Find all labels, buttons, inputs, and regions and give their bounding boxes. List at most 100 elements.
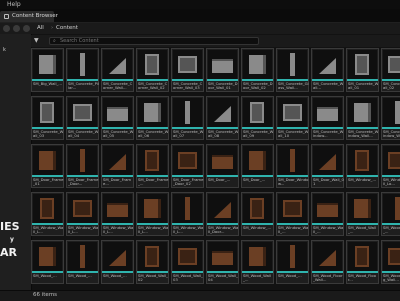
asset-tile[interactable]: SM_Wood_Floor... [346,240,379,284]
asset-tile[interactable]: SM_Concrete_Wall_08 [206,96,239,140]
asset-tile[interactable]: SM_Concrete_Wall_10 [276,96,309,140]
asset-tile[interactable]: SM_Concrete_Corner_Wall_03 [171,48,204,92]
items-count: 66 items [33,292,58,298]
asset-tile[interactable]: SM_Concrete_Wall_04 [66,96,99,140]
asset-tile[interactable]: SM_Wood_... [101,240,134,284]
asset-tile[interactable]: SM_Window_Wall_Lo... [381,144,400,188]
asset-tile[interactable]: SM_Concrete_Wall_09 [241,96,274,140]
back-button[interactable] [3,25,10,32]
forward-button[interactable] [13,25,20,32]
asset-tile[interactable]: SM_Door_... [241,144,274,188]
asset-tile[interactable]: SM_Concrete_Wall_03 [31,96,64,140]
asset-tile[interactable]: SM_Concrete_Corner_Wall_02 [136,48,169,92]
static-mesh-type-bar [172,175,203,177]
asset-label: SM_Concrete_Wall_05 [103,130,134,139]
mesh-preview-icon [107,203,128,217]
mesh-preview-icon [214,202,231,218]
static-mesh-type-bar [32,127,63,129]
filter-icon: ▼ [34,37,39,44]
asset-tile[interactable]: SM_Window_Wall_L... [136,192,169,236]
breadcrumb-all[interactable]: All [37,25,44,31]
asset-label: SM_Wood_Ceiling_Wall... [383,274,400,283]
tab-content-browser[interactable]: Content Browser [0,11,58,22]
asset-tile[interactable]: SM_Wood_... [31,240,64,284]
asset-label: SM_Wood_Wall_03 [173,274,203,283]
static-mesh-type-bar [207,127,238,129]
asset-label: SM_Concrete_Wall_07 [173,130,204,139]
asset-thumbnail [33,98,62,127]
asset-tile[interactable]: SM_Concrete_Door_Wall_01 [206,48,239,92]
asset-tile[interactable]: SM_Concrete_Corner_Wall... [101,48,134,92]
asset-thumbnail [173,146,202,175]
asset-thumbnail [208,146,237,175]
static-mesh-type-bar [172,271,203,273]
asset-tile[interactable]: SM_Wood_Ceiling_Wall... [381,240,400,284]
asset-tile[interactable]: SM_Door_Frame_Door_02 [171,144,204,188]
asset-tile[interactable]: SM_Wood_... [276,240,309,284]
asset-tile[interactable]: SM_Window_... [346,144,379,188]
mesh-preview-icon [250,198,264,219]
asset-tile[interactable]: SM_Concrete_Wall... [311,48,344,92]
asset-tile[interactable]: SM_Concrete_Wall_01 [346,48,379,92]
asset-tile[interactable]: SM_Concrete_Pillar... [66,48,99,92]
asset-tile[interactable]: SM_Big_Wall_... [31,48,64,92]
mesh-preview-icon [145,246,159,267]
asset-tile[interactable]: SM_Concrete_Window... [311,96,344,140]
asset-tile[interactable]: SM_Wood_Wall_... [346,192,379,236]
search-input[interactable] [60,38,250,44]
asset-tile[interactable]: SM_Concrete_Door_Wall_02 [241,48,274,92]
static-mesh-type-bar [32,271,63,273]
asset-tile[interactable]: SM_Wood_Wall_... [381,192,400,236]
asset-tile[interactable]: SM_Concrete_Wall_07 [171,96,204,140]
history-button[interactable] [23,25,30,32]
asset-tile[interactable]: SM_Wood_Wall_03 [171,240,204,284]
asset-thumbnail [173,242,202,271]
asset-tile[interactable]: SM_Wood_... [66,240,99,284]
mesh-preview-icon [214,106,231,122]
asset-tile[interactable]: SM_Door_Frame_... [136,144,169,188]
asset-tile[interactable]: SM_Wood_Wall_02 [136,240,169,284]
mesh-preview-icon [145,150,159,171]
asset-thumbnail [278,242,307,271]
asset-tile[interactable]: SM_Door_Window... [276,144,309,188]
asset-thumbnail [313,146,342,175]
asset-label: SM_Concrete_Wall_03 [33,130,64,139]
asset-tile[interactable]: SM_Window_Wall_... [276,192,309,236]
asset-tile[interactable]: SM_Window_Wall_Door... [206,192,239,236]
static-mesh-type-bar [102,175,133,177]
asset-tile[interactable]: SM_Window_... [241,192,274,236]
asset-tile[interactable]: SM_Concrete_Wall_05 [101,96,134,140]
asset-tile[interactable]: SM_Concrete_Glass_Wall... [276,48,309,92]
asset-tile[interactable]: SM_Door_Frame_01 [31,144,64,188]
static-mesh-type-bar [137,223,168,225]
asset-tile[interactable]: SM_Wood_Wall_04 [206,240,239,284]
asset-thumbnail [68,242,97,271]
asset-thumbnail [278,194,307,223]
asset-tile[interactable]: SM_Door_Frame_Door... [66,144,99,188]
asset-tile[interactable]: SM_Window_Wall_... [311,192,344,236]
asset-thumbnail [33,146,62,175]
asset-tile[interactable]: SM_Window_Wall_L... [66,192,99,236]
search-box[interactable]: ⌕ [49,37,259,45]
menu-help[interactable]: Help [7,1,21,8]
filter-button[interactable]: ▼ [34,37,46,44]
asset-tile[interactable]: SM_Door_Wall_01 [311,144,344,188]
asset-tile[interactable]: SM_Concrete_Wall_06 [136,96,169,140]
asset-tile[interactable]: SM_Concrete_Window_Wall... [346,96,379,140]
asset-tile[interactable]: SM_Window_Wall_L... [31,192,64,236]
mesh-preview-icon [319,58,336,74]
asset-tile[interactable]: SM_Door_... [206,144,239,188]
asset-thumbnail [103,194,132,223]
asset-tile[interactable]: SM_Window_Wall_L... [101,192,134,236]
asset-tile[interactable]: SM_Wood_Wall_... [241,240,274,284]
asset-tile[interactable]: SM_Concrete_Window_Wall... [381,96,400,140]
asset-label: SM_Window_Wall_Lo... [383,178,400,187]
static-mesh-type-bar [312,79,343,81]
asset-tile[interactable]: SM_Concrete_Wall_02 [381,48,400,92]
asset-label: SM_Wood_Floor_Wall... [313,274,343,283]
asset-tile[interactable]: SM_Window_Wall_L... [171,192,204,236]
static-mesh-type-bar [102,223,133,225]
breadcrumb-content[interactable]: Content [56,25,78,31]
asset-tile[interactable]: SM_Wood_Floor_Wall... [311,240,344,284]
asset-tile[interactable]: SM_Door_Frame... [101,144,134,188]
